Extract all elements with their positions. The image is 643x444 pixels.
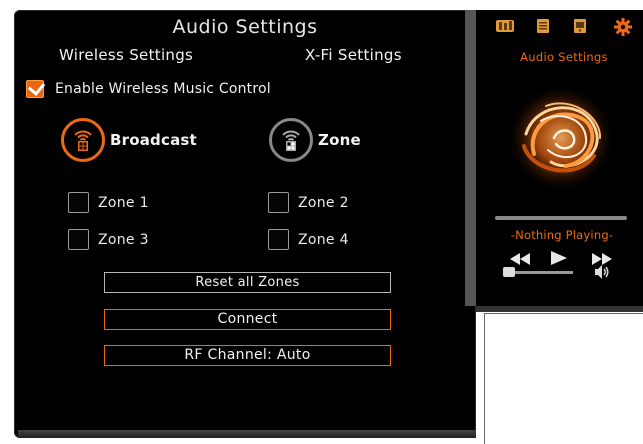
tab-wireless-settings[interactable]: Wireless Settings bbox=[59, 46, 193, 64]
panel-bottom-bar bbox=[18, 430, 476, 438]
zone-4-label: Zone 4 bbox=[298, 231, 349, 248]
enable-wireless-checkbox[interactable] bbox=[26, 80, 44, 98]
zone-1-option[interactable]: Zone 1 bbox=[68, 192, 149, 213]
zone-mode-button[interactable]: Zone bbox=[269, 118, 361, 162]
volume-slider-handle[interactable] bbox=[503, 267, 515, 277]
broadcast-label: Broadcast bbox=[110, 131, 197, 149]
reset-all-zones-button[interactable]: Reset all Zones bbox=[104, 272, 391, 293]
zone-3-option[interactable]: Zone 3 bbox=[68, 229, 149, 250]
broadcast-icon bbox=[61, 118, 105, 162]
enable-wireless-label: Enable Wireless Music Control bbox=[55, 81, 271, 97]
audio-mixer-icon[interactable] bbox=[496, 18, 514, 34]
volume-slider[interactable] bbox=[505, 271, 573, 274]
now-playing-text: -Nothing Playing- bbox=[510, 228, 614, 242]
enable-wireless-row[interactable]: Enable Wireless Music Control bbox=[26, 80, 271, 98]
rf-channel-button[interactable]: RF Channel: Auto bbox=[104, 345, 391, 366]
panel-divider bbox=[465, 10, 476, 306]
zone-1-checkbox[interactable] bbox=[68, 192, 89, 213]
zone-3-label: Zone 3 bbox=[98, 231, 149, 248]
play-icon[interactable] bbox=[551, 250, 567, 269]
window-title: Audio Settings bbox=[172, 16, 318, 38]
track-progress-bar[interactable] bbox=[495, 216, 627, 220]
zone-2-checkbox[interactable] bbox=[268, 192, 289, 213]
side-panel-divider bbox=[476, 306, 643, 312]
zone-label: Zone bbox=[318, 131, 361, 149]
volume-speaker-icon[interactable] bbox=[594, 264, 610, 280]
broadcast-mode-button[interactable]: Broadcast bbox=[61, 118, 197, 162]
playlist-icon[interactable] bbox=[535, 18, 551, 34]
album-art-swirl-image bbox=[496, 76, 626, 200]
settings-gear-icon[interactable] bbox=[614, 18, 632, 36]
blank-content-area bbox=[484, 313, 643, 444]
zone-4-option[interactable]: Zone 4 bbox=[268, 229, 349, 250]
device-icon[interactable] bbox=[572, 18, 588, 34]
zone-icon bbox=[269, 118, 313, 162]
connect-button[interactable]: Connect bbox=[104, 309, 391, 330]
zone-3-checkbox[interactable] bbox=[68, 229, 89, 250]
tab-xfi-settings[interactable]: X-Fi Settings bbox=[305, 46, 402, 64]
zone-2-label: Zone 2 bbox=[298, 194, 349, 211]
zone-1-label: Zone 1 bbox=[98, 194, 149, 211]
zone-2-option[interactable]: Zone 2 bbox=[268, 192, 349, 213]
audio-settings-panel: Audio Settings Wireless Settings X-Fi Se… bbox=[14, 10, 476, 438]
side-panel-title: Audio Settings bbox=[520, 50, 608, 64]
zone-4-checkbox[interactable] bbox=[268, 229, 289, 250]
